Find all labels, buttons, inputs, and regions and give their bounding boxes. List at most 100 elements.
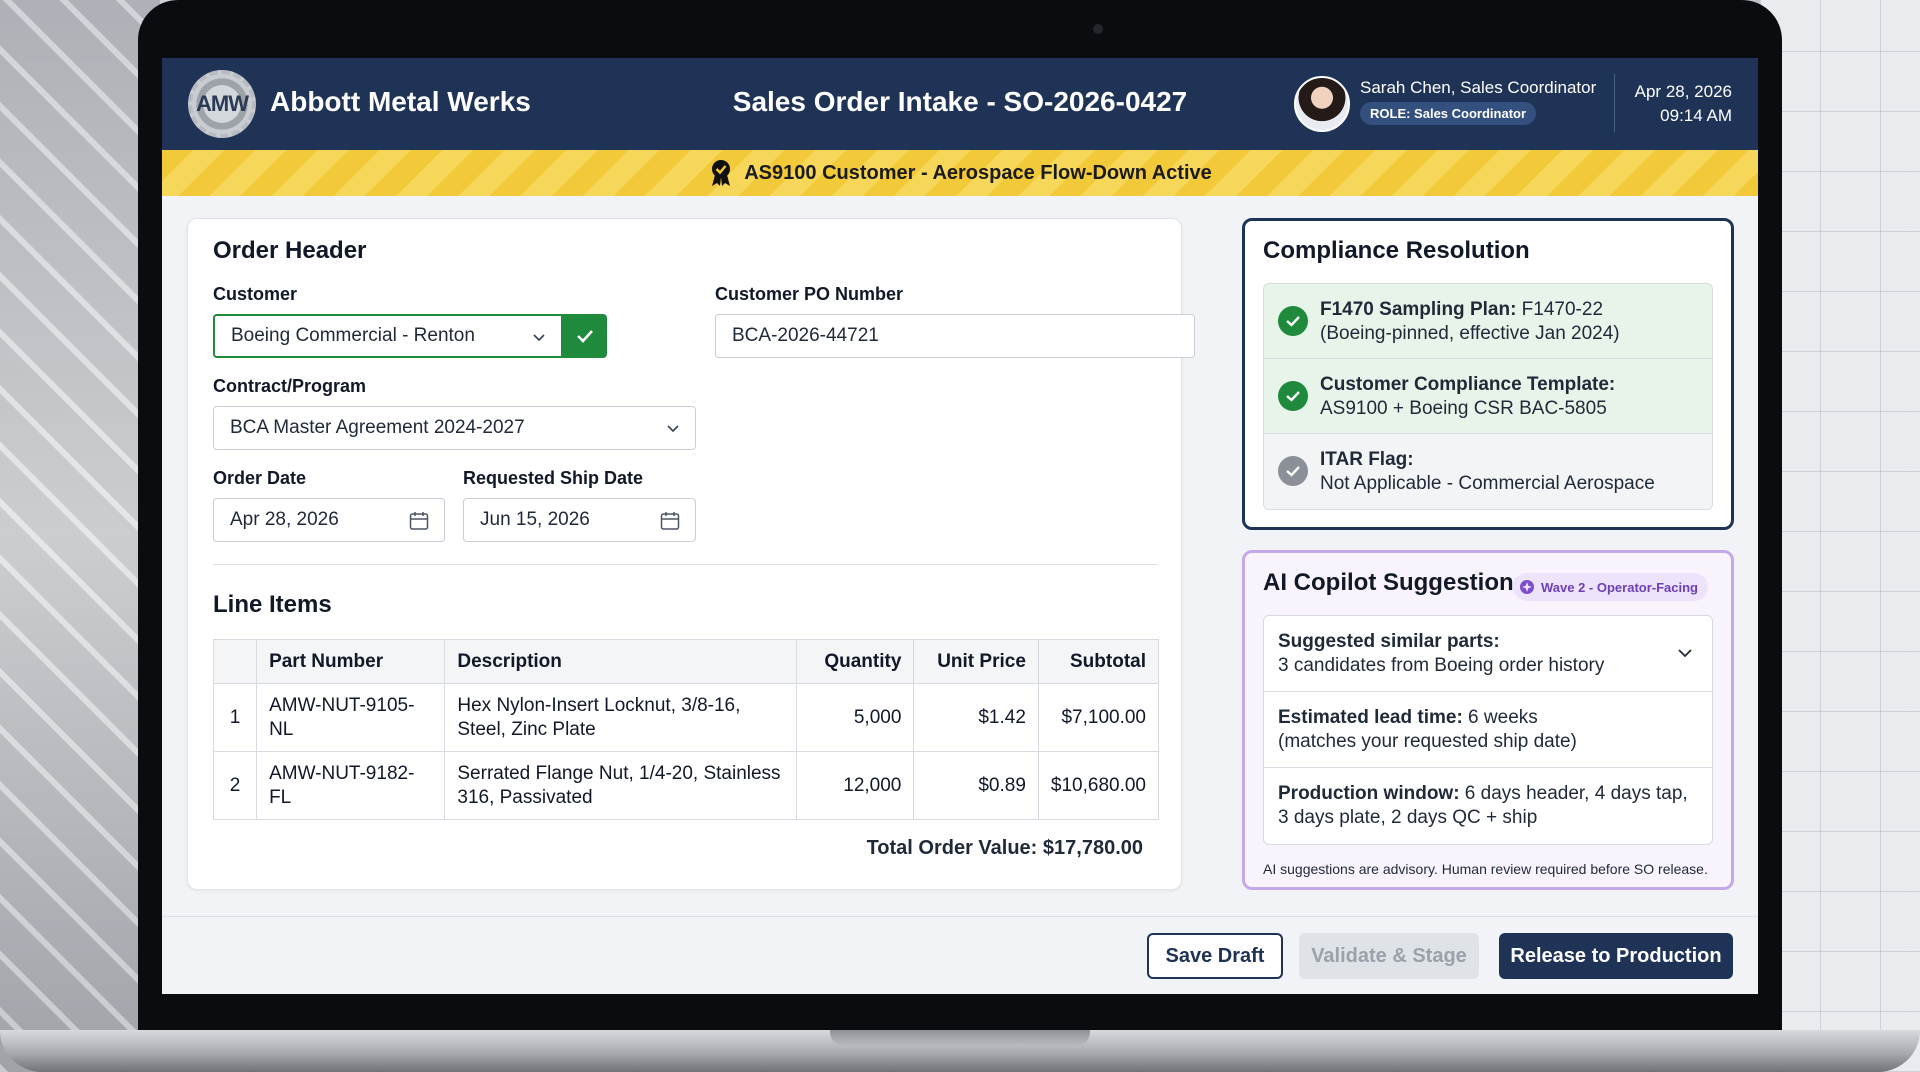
current-time: 09:14 AM	[1660, 106, 1732, 125]
unit-price: $0.89	[913, 751, 1039, 820]
description-line: 316, Passivated	[457, 786, 593, 808]
ship-date-value: Jun 15, 2026	[480, 509, 590, 530]
table-row[interactable]: 2 AMW-NUT-9182-FL Serrated Flange Nut, 1…	[212, 751, 1160, 820]
save-draft-button[interactable]: Save Draft	[1147, 933, 1283, 979]
description-line: Serrated Flange Nut, 1/4-20, Stainless	[457, 762, 781, 784]
row-index: 2	[212, 751, 258, 820]
description: Serrated Flange Nut, 1/4-20, Stainless 31…	[444, 751, 797, 820]
compliance-label: F1470 Sampling Plan:	[1320, 299, 1517, 320]
order-date-value: Apr 28, 2026	[230, 509, 339, 530]
compliance-label: ITAR Flag:	[1320, 449, 1414, 470]
suggestion-detail: 3 days plate, 2 days QC + ship	[1278, 807, 1538, 828]
calendar-icon[interactable]	[659, 510, 681, 532]
compliance-item-sampling-plan: F1470 Sampling Plan: F1470-22 (Boeing-pi…	[1264, 284, 1712, 359]
quantity: 5,000	[795, 683, 915, 752]
suggestion-lead-time: Estimated lead time: 6 weeks (matches yo…	[1264, 692, 1712, 768]
quantity: 12,000	[795, 751, 915, 820]
ai-copilot-title: AI Copilot Suggestions	[1263, 569, 1527, 596]
validate-stage-button[interactable]: Validate & Stage	[1299, 933, 1479, 979]
compliance-title: Compliance Resolution	[1263, 237, 1530, 264]
background-metal-plate	[0, 0, 160, 1072]
compliance-detail: AS9100 + Boeing CSR BAC-5805	[1320, 398, 1607, 419]
suggestion-label: Estimated lead time:	[1278, 707, 1463, 728]
customer-select[interactable]: Boeing Commercial - Renton	[213, 314, 563, 358]
suggestion-value: 6 weeks	[1462, 707, 1538, 728]
ai-suggestion-list: Suggested similar parts: 3 candidates fr…	[1263, 615, 1713, 845]
col-description[interactable]: Description	[444, 639, 797, 684]
col-subtotal[interactable]: Subtotal	[1037, 639, 1160, 684]
header-divider	[1614, 74, 1615, 132]
compliance-panel: Compliance Resolution F1470 Sampling Pla…	[1242, 218, 1734, 530]
subtotal: $10,680.00	[1037, 751, 1160, 820]
suggestion-similar-parts[interactable]: Suggested similar parts: 3 candidates fr…	[1264, 616, 1712, 692]
customer-label: Customer	[213, 284, 298, 304]
order-header-panel: Order Header Customer Boeing Commercial …	[187, 218, 1195, 890]
table-header-row: Part Number Description Quantity Unit Pr…	[212, 639, 1160, 684]
row-index: 1	[212, 683, 258, 752]
order-date-label: Order Date	[213, 468, 307, 488]
section-divider	[213, 564, 1158, 565]
part-number: AMW-NUT-9105-NL	[256, 683, 446, 752]
background-blueprint	[1760, 0, 1920, 1072]
col-quantity[interactable]: Quantity	[795, 639, 915, 684]
aerospace-banner: AS9100 Customer - Aerospace Flow-Down Ac…	[162, 150, 1758, 196]
col-unit-price[interactable]: Unit Price	[913, 639, 1039, 684]
compliance-value: F1470-22	[1516, 299, 1604, 320]
suggestion-detail: 3 candidates from Boeing order history	[1278, 655, 1605, 676]
contract-select[interactable]: BCA Master Agreement 2024-2027	[213, 406, 696, 450]
col-part-number[interactable]: Part Number	[256, 639, 446, 684]
role-badge: ROLE: Sales Coordinator	[1360, 102, 1537, 125]
line-items-title: Line Items	[213, 591, 332, 618]
compliance-item-template: Customer Compliance Template: AS9100 + B…	[1264, 359, 1712, 434]
user-name: Sarah Chen, Sales Coordinator	[1360, 78, 1597, 97]
subtotal: $7,100.00	[1037, 683, 1160, 752]
order-header-title: Order Header	[213, 237, 367, 264]
check-icon	[577, 330, 593, 343]
compliance-list: F1470 Sampling Plan: F1470-22 (Boeing-pi…	[1263, 283, 1713, 510]
app-screen: AMW Abbott Metal Werks Sales Order Intak…	[162, 58, 1758, 994]
award-ribbon-icon	[712, 160, 731, 186]
check-circle-icon	[1278, 306, 1308, 336]
unit-price: $1.42	[913, 683, 1039, 752]
suggestion-value: 6 days header, 4 days tap,	[1459, 783, 1688, 804]
ship-date-label: Requested Ship Date	[463, 468, 644, 488]
po-number-value: BCA-2026-44721	[732, 325, 879, 346]
release-to-production-button[interactable]: Release to Production	[1499, 933, 1733, 979]
avatar[interactable]	[1294, 76, 1350, 132]
suggestion-label: Suggested similar parts:	[1278, 631, 1500, 652]
wave-badge: Wave 2 - Operator-Facing	[1513, 573, 1708, 601]
table-row[interactable]: 1 AMW-NUT-9105-NL Hex Nylon-Insert Lockn…	[212, 683, 1160, 752]
sparkle-icon	[1520, 580, 1534, 594]
suggestion-production-window: Production window: 6 days header, 4 days…	[1264, 768, 1712, 844]
po-number-input[interactable]: BCA-2026-44721	[715, 314, 1195, 358]
compliance-label: Customer Compliance Template:	[1320, 374, 1616, 395]
laptop-notch	[830, 1030, 1090, 1046]
chevron-down-icon[interactable]	[1676, 644, 1694, 662]
total-order-value: Total Order Value: $17,780.00	[866, 837, 1143, 859]
contract-value: BCA Master Agreement 2024-2027	[230, 417, 525, 438]
compliance-detail: (Boeing-pinned, effective Jan 2024)	[1320, 323, 1620, 344]
date-time: Apr 28, 2026 09:14 AM	[1635, 80, 1732, 128]
description-line: Hex Nylon-Insert Locknut, 3/8-16,	[457, 694, 741, 716]
calendar-icon[interactable]	[408, 510, 430, 532]
suggestion-label: Production window:	[1278, 783, 1460, 804]
ship-date-input[interactable]: Jun 15, 2026	[463, 498, 696, 542]
ai-copilot-panel: AI Copilot Suggestions Wave 2 - Operator…	[1242, 550, 1734, 890]
chevron-down-icon	[533, 334, 545, 342]
page-title: Sales Order Intake - SO-2026-0427	[732, 86, 1188, 117]
action-footer: Save Draft Validate & Stage Release to P…	[162, 916, 1758, 994]
contract-label: Contract/Program	[213, 376, 367, 396]
po-label: Customer PO Number	[715, 284, 904, 304]
order-date-input[interactable]: Apr 28, 2026	[213, 498, 445, 542]
description: Hex Nylon-Insert Locknut, 3/8-16, Steel, …	[444, 683, 797, 752]
check-circle-icon	[1278, 456, 1308, 486]
top-bar: AMW Abbott Metal Werks Sales Order Intak…	[162, 58, 1758, 150]
customer-validated-badge	[563, 314, 607, 358]
camera-icon	[1093, 24, 1103, 34]
banner-text: AS9100 Customer - Aerospace Flow-Down Ac…	[744, 161, 1212, 184]
brand-logo-text: AMW	[196, 91, 249, 116]
col-index	[212, 639, 258, 684]
compliance-item-itar: ITAR Flag: Not Applicable - Commercial A…	[1264, 434, 1712, 509]
check-circle-icon	[1278, 381, 1308, 411]
customer-value: Boeing Commercial - Renton	[231, 325, 475, 346]
